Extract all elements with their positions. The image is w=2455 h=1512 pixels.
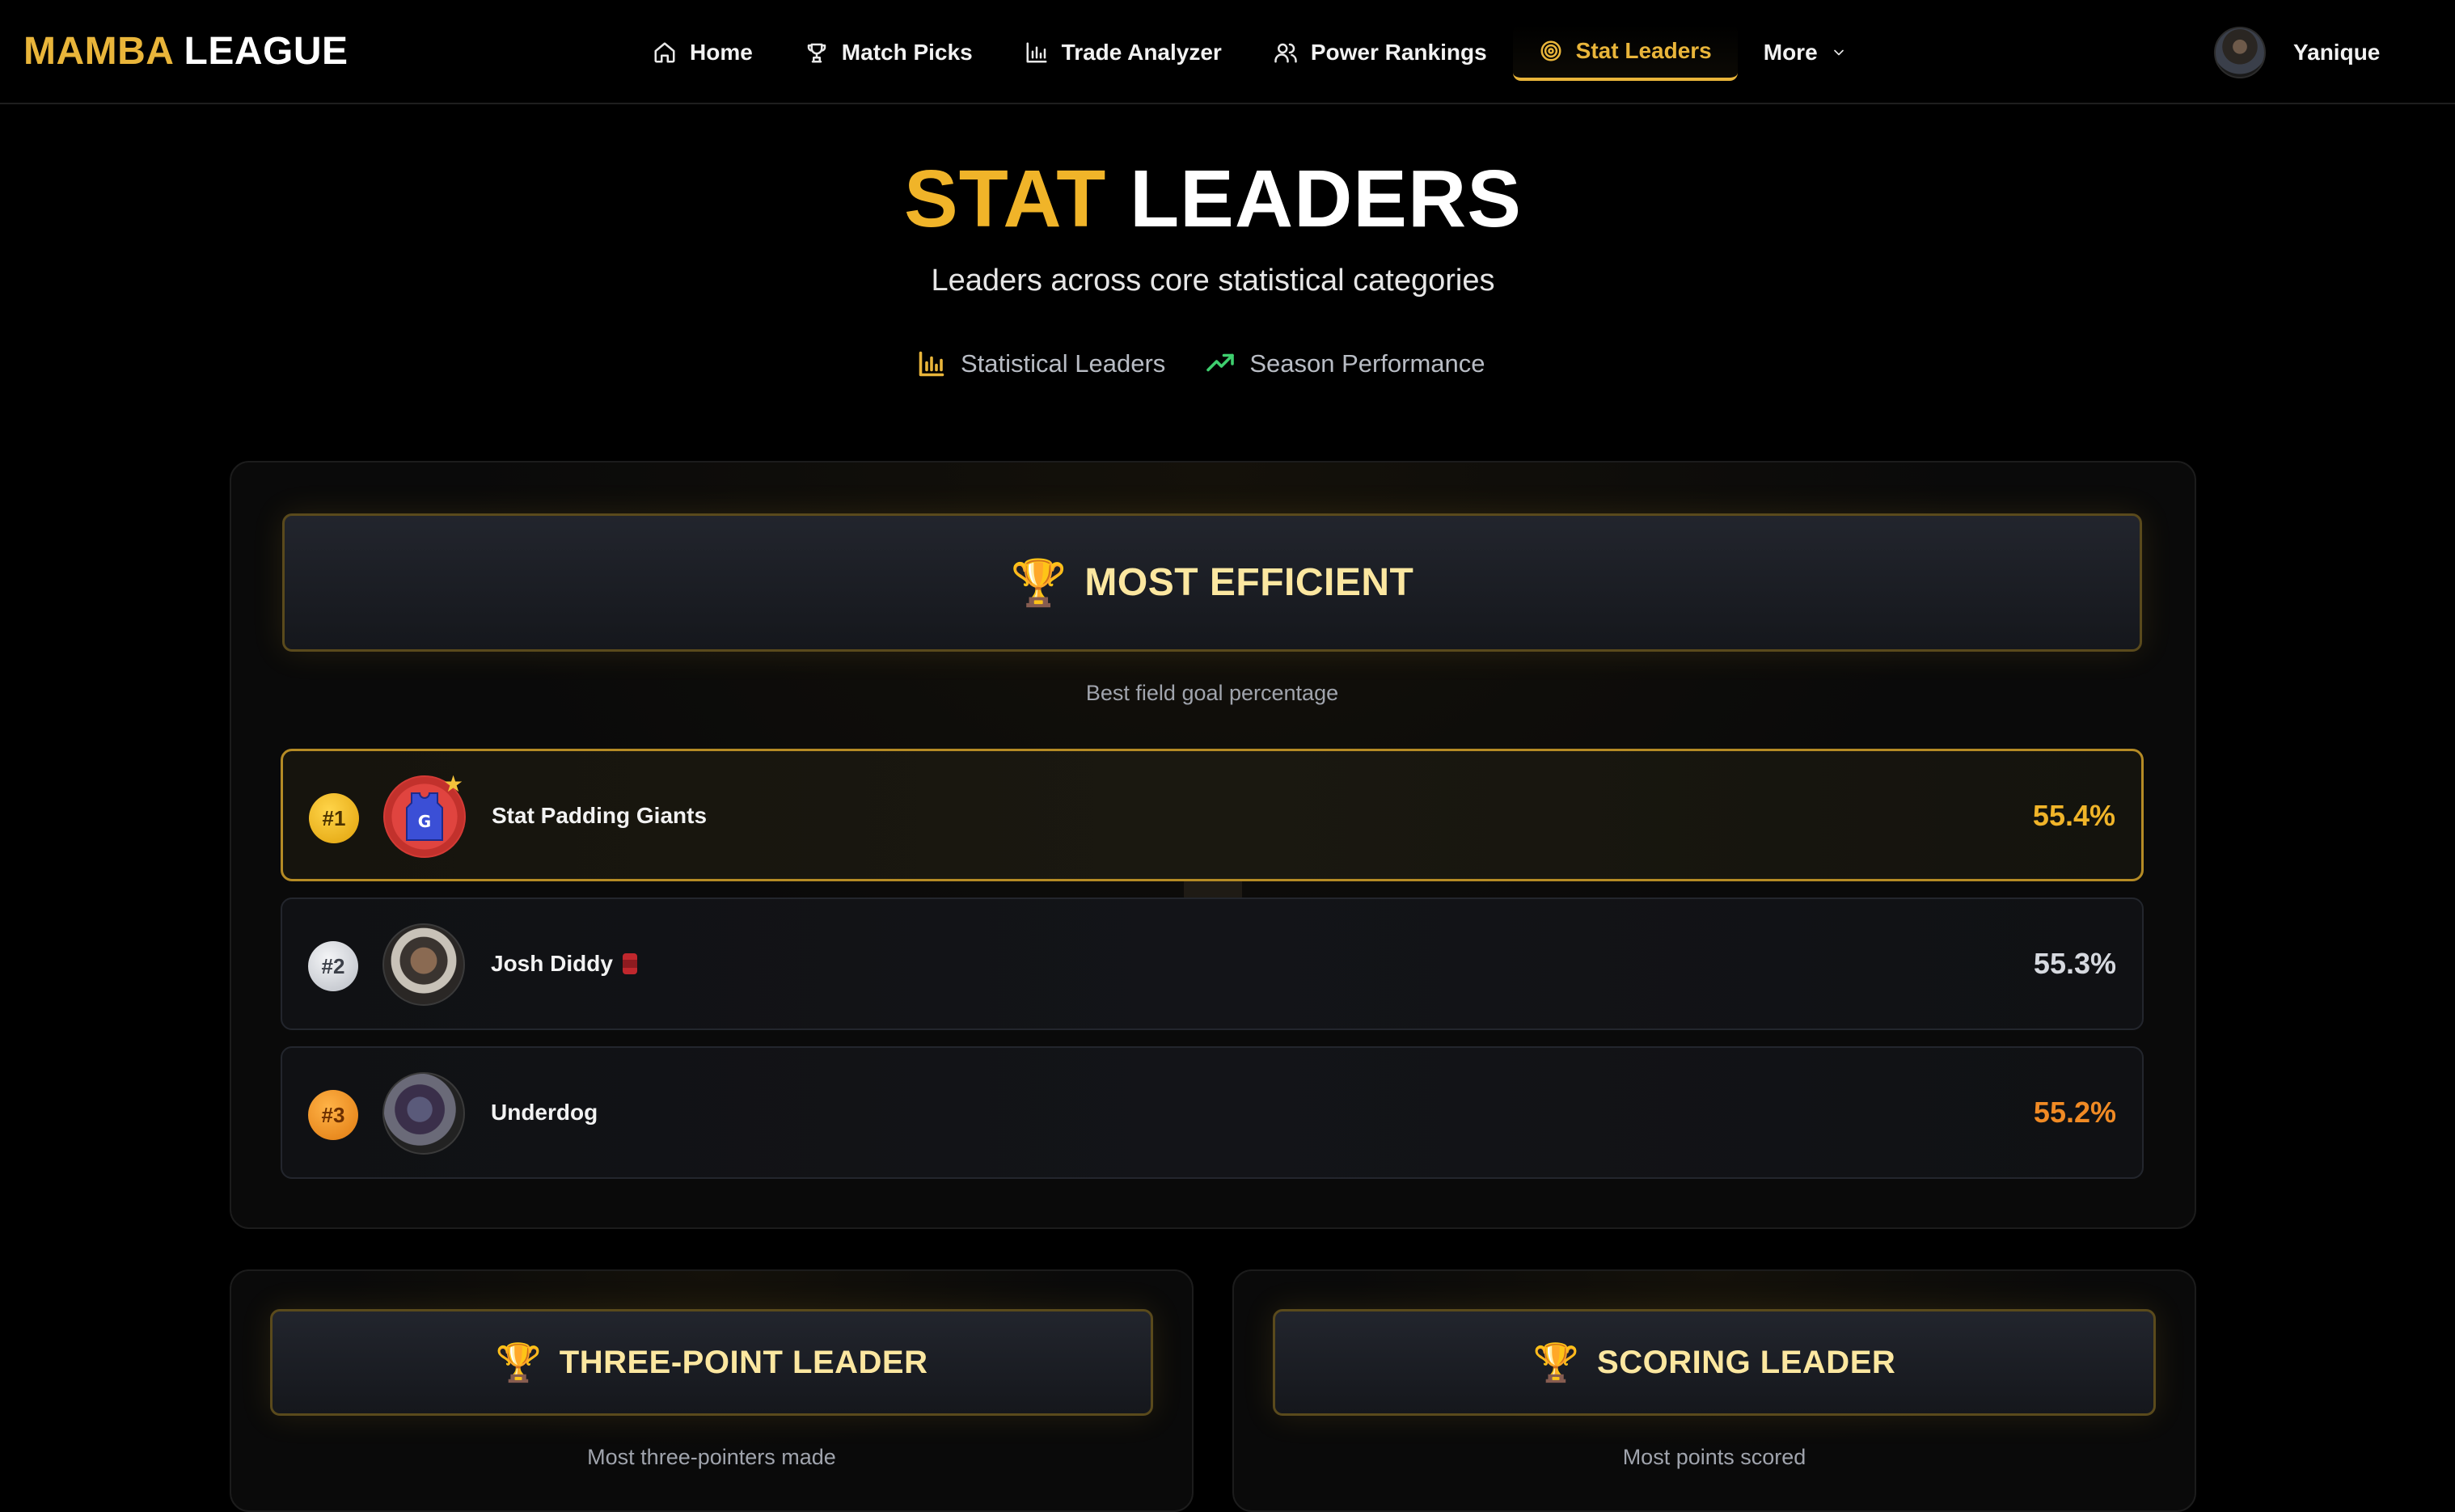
avatar[interactable] <box>2214 27 2266 78</box>
section-description: Best field goal percentage <box>1085 681 1339 705</box>
jersey-icon: G <box>406 792 443 841</box>
rank-badge: #2 <box>308 941 358 991</box>
leader-name-text: Josh Diddy <box>491 951 613 976</box>
nav-item-trade-analyzer[interactable]: Trade Analyzer <box>999 24 1248 81</box>
brand-part-2: LEAGUE <box>184 30 349 73</box>
bar-chart-icon <box>1026 42 1047 63</box>
leader-name: Underdog <box>491 1048 598 1177</box>
nav-item-power-rankings[interactable]: Power Rankings <box>1248 24 1513 81</box>
trophy-icon <box>807 43 826 63</box>
home-icon <box>654 42 675 63</box>
star-icon: ★ <box>443 771 464 796</box>
nav-item-label: Power Rankings <box>1310 40 1487 65</box>
section-title: SCORING LEADER <box>1597 1344 1896 1380</box>
avatar <box>382 1072 465 1155</box>
tag-label: Season Performance <box>1249 349 1485 378</box>
page-subtitle: Leaders across core statistical categori… <box>931 264 1495 298</box>
nav-links: Home Match Picks Trade Analyzer Power Ra… <box>627 24 1873 81</box>
user-menu[interactable]: Yanique <box>2214 24 2380 81</box>
trophy-icon: 🏆 <box>1532 1341 1580 1383</box>
tag-statistical-leaders: Statistical Leaders <box>917 349 1165 378</box>
nav-item-home[interactable]: Home <box>627 24 779 81</box>
section-description: Most three-pointers made <box>587 1445 836 1469</box>
chevron-down-icon <box>1833 49 1844 56</box>
three-point-banner: 🏆 THREE-POINT LEADER <box>270 1309 1153 1416</box>
page-title: STAT LEADERS <box>0 150 2426 247</box>
leader-name: Stat Padding Giants <box>492 751 707 881</box>
svg-text:G: G <box>418 812 431 831</box>
users-icon <box>1274 43 1297 63</box>
leader-value: 55.2% <box>2033 1096 2116 1129</box>
nav-item-label: Home <box>690 40 753 65</box>
section-title: MOST EFFICIENT <box>1084 561 1414 604</box>
brand-part-1: MAMBA <box>23 30 173 73</box>
section-title: THREE-POINT LEADER <box>559 1344 928 1380</box>
brand-logo[interactable]: MAMBA LEAGUE <box>23 26 349 78</box>
rank-badge: #1 <box>309 793 359 843</box>
target-icon <box>1540 40 1561 61</box>
user-name: Yanique <box>2293 40 2381 65</box>
top-nav: MAMBA LEAGUE Home Match Picks Trade Anal… <box>0 0 2455 104</box>
nav-item-match-picks[interactable]: Match Picks <box>779 24 999 81</box>
nav-item-label: Match Picks <box>841 40 973 65</box>
page-title-part-2: LEADERS <box>1130 154 1522 244</box>
scoring-banner: 🏆 SCORING LEADER <box>1273 1309 2156 1416</box>
leader-value: 55.3% <box>2033 947 2116 980</box>
avatar <box>382 923 465 1006</box>
bar-chart-icon <box>919 351 944 377</box>
hero-tags: Statistical Leaders Season Performance <box>917 344 1485 383</box>
page-title-part-1: STAT <box>904 154 1107 244</box>
leader-row[interactable]: #1 G ★ Stat Padding Giants 55.4% <box>281 749 2144 881</box>
nav-item-label: More <box>1763 40 1818 65</box>
section-description: Most points scored <box>1622 1445 1806 1469</box>
trophy-icon: 🏆 <box>1010 556 1067 608</box>
can-icon <box>622 953 637 974</box>
rank-badge: #3 <box>308 1090 358 1140</box>
leader-value: 55.4% <box>2032 799 2115 832</box>
nav-item-label: Stat Leaders <box>1575 38 1712 63</box>
leader-name-text: Underdog <box>491 1100 598 1125</box>
nav-item-more[interactable]: More <box>1738 24 1873 81</box>
tag-label: Statistical Leaders <box>961 349 1166 378</box>
most-efficient-banner: 🏆 MOST EFFICIENT <box>282 513 2142 652</box>
trending-up-icon <box>1206 353 1235 372</box>
leader-row[interactable]: #3 Underdog 55.2% <box>281 1046 2144 1179</box>
nav-item-stat-leaders[interactable]: Stat Leaders <box>1512 24 1738 81</box>
leader-row[interactable]: #2 Josh Diddy 55.3% <box>281 897 2144 1030</box>
nav-item-label: Trade Analyzer <box>1061 40 1222 65</box>
leader-name-text: Stat Padding Giants <box>492 803 708 828</box>
tag-season-performance: Season Performance <box>1206 349 1485 378</box>
trophy-icon: 🏆 <box>495 1341 542 1383</box>
leader-name: Josh Diddy <box>491 899 637 1028</box>
